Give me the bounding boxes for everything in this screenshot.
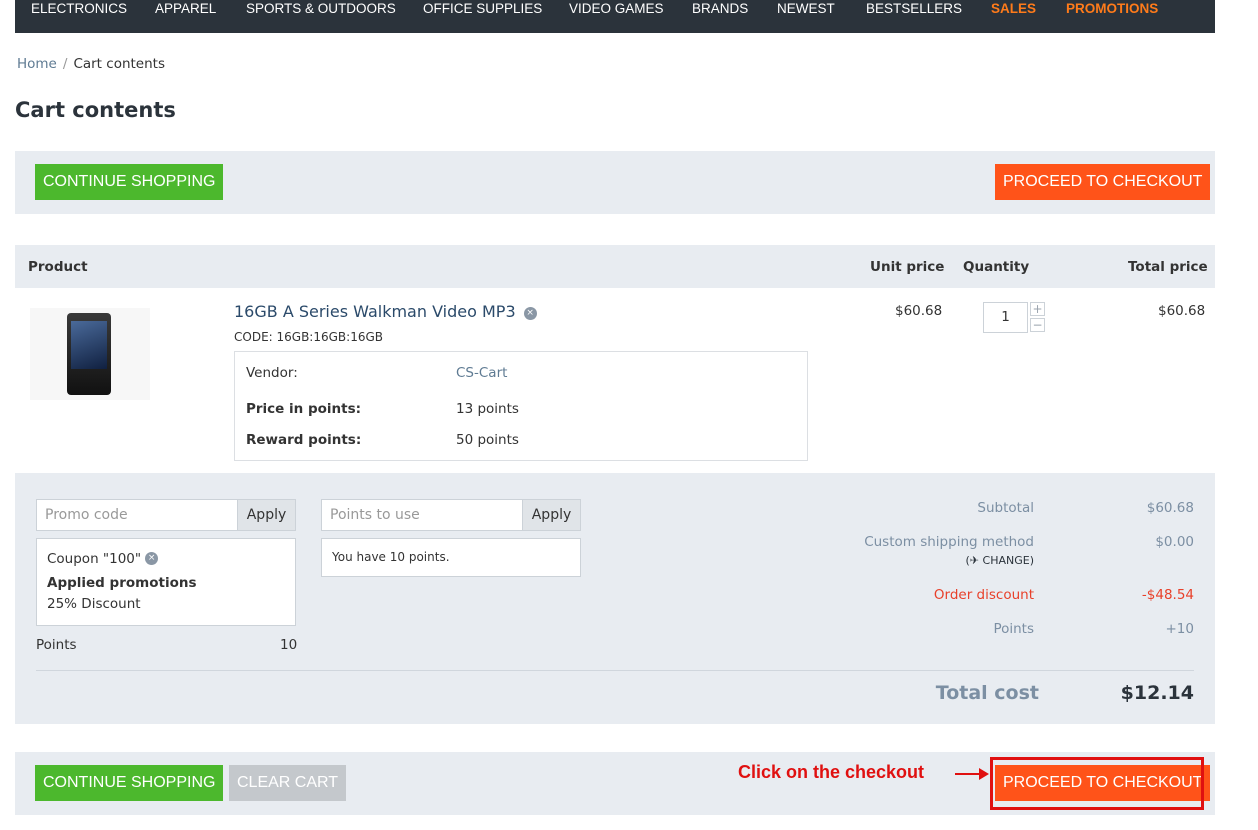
quantity-plus-button[interactable]: + <box>1030 302 1045 316</box>
breadcrumb: Home / Cart contents <box>17 56 165 72</box>
clear-cart-button[interactable]: CLEAR CART <box>229 765 347 801</box>
shipping-value: $0.00 <box>1155 534 1194 550</box>
shipping-method-label: Custom shipping method <box>864 534 1034 550</box>
continue-shopping-button-bottom[interactable]: CONTINUE SHOPPING <box>35 765 224 801</box>
vendor-link[interactable]: CS-Cart <box>456 365 507 381</box>
annotation-arrow-icon <box>979 768 989 780</box>
total-cost-value: $12.14 <box>1120 682 1194 704</box>
annotation-arrow-line <box>955 773 981 775</box>
summary-divider <box>36 670 1194 671</box>
annotation-highlight-box <box>990 757 1204 810</box>
quantity-input[interactable]: 1 <box>983 302 1028 333</box>
product-image[interactable] <box>30 308 150 400</box>
unit-price-value: $60.68 <box>895 303 943 319</box>
nav-item-bestsellers[interactable]: BESTSELLERS <box>866 1 962 16</box>
coupon-box: Coupon "100" × Applied promotions 25% Dis… <box>36 538 296 626</box>
header-total-price: Total price <box>1128 259 1208 275</box>
promo-code-input[interactable]: Promo code <box>36 499 238 531</box>
points-label: Points <box>36 637 77 653</box>
product-info-box: Vendor: CS-Cart Price in points: 13 poin… <box>234 351 808 461</box>
applied-promotions-title: Applied promotions <box>47 575 197 591</box>
top-navigation: ELECTRONICS APPAREL SPORTS & OUTDOORS OF… <box>15 0 1215 33</box>
breadcrumb-current: Cart contents <box>73 56 165 72</box>
top-action-bar: CONTINUE SHOPPING PROCEED TO CHECKOUT <box>15 151 1215 214</box>
proceed-to-checkout-button[interactable]: PROCEED TO CHECKOUT <box>995 164 1211 200</box>
nav-item-electronics[interactable]: ELECTRONICS <box>31 1 127 16</box>
nav-item-brands[interactable]: BRANDS <box>692 1 748 16</box>
points-apply-button[interactable]: Apply <box>522 499 581 531</box>
shipping-change-link[interactable]: (✈ CHANGE) <box>966 554 1034 567</box>
price-in-points-value: 13 points <box>456 401 519 417</box>
page-title: Cart contents <box>15 98 176 122</box>
product-name: 16GB A Series Walkman Video MP3 × <box>234 302 537 321</box>
reward-points-label: Reward points: <box>246 432 362 448</box>
order-discount-label: Order discount <box>933 587 1034 603</box>
nav-item-sales[interactable]: SALES <box>991 1 1036 16</box>
points-to-use-input[interactable]: Points to use <box>321 499 523 531</box>
vendor-label: Vendor: <box>246 365 298 381</box>
points-info-box: You have 10 points. <box>321 538 581 577</box>
header-unit-price: Unit price <box>870 259 945 275</box>
order-discount-value: -$48.54 <box>1141 587 1194 603</box>
summary-points-label: Points <box>993 621 1034 637</box>
continue-shopping-button[interactable]: CONTINUE SHOPPING <box>35 164 224 200</box>
nav-item-apparel[interactable]: APPAREL <box>155 1 216 16</box>
breadcrumb-separator: / <box>62 56 68 72</box>
total-price-value: $60.68 <box>1158 303 1206 319</box>
total-cost-label: Total cost <box>935 682 1039 704</box>
price-in-points-label: Price in points: <box>246 401 362 417</box>
subtotal-value: $60.68 <box>1146 500 1194 516</box>
product-code: CODE: 16GB:16GB:16GB <box>234 330 383 344</box>
coupon-code: Coupon "100" <box>47 551 142 567</box>
promo-apply-button[interactable]: Apply <box>237 499 296 531</box>
remove-item-icon[interactable]: × <box>523 307 537 320</box>
product-name-link[interactable]: 16GB A Series Walkman Video MP3 <box>234 302 516 321</box>
cart-summary-panel: Promo code Apply Coupon "100" × Applied p… <box>15 473 1215 724</box>
nav-item-office-supplies[interactable]: OFFICE SUPPLIES <box>423 1 542 16</box>
nav-item-video-games[interactable]: VIDEO GAMES <box>569 1 664 16</box>
breadcrumb-home-link[interactable]: Home <box>17 56 57 72</box>
reward-points-value: 50 points <box>456 432 519 448</box>
coupon-line: Coupon "100" × <box>47 551 159 567</box>
summary-points-value: +10 <box>1165 621 1195 637</box>
points-note: You have 10 points. <box>332 550 450 564</box>
subtotal-label: Subtotal <box>977 500 1034 516</box>
points-value: 10 <box>280 637 298 653</box>
remove-coupon-icon[interactable]: × <box>145 552 159 565</box>
mp3-player-image <box>67 313 111 395</box>
nav-item-promotions[interactable]: PROMOTIONS <box>1066 1 1158 16</box>
annotation-text: Click on the checkout <box>738 762 925 782</box>
cart-table-header: Product Unit price Quantity Total price <box>15 245 1215 288</box>
discount-label: 25% Discount <box>47 596 141 612</box>
header-product: Product <box>28 259 88 275</box>
quantity-minus-button[interactable]: − <box>1030 318 1045 332</box>
header-quantity: Quantity <box>963 259 1030 275</box>
nav-item-sports-outdoors[interactable]: SPORTS & OUTDOORS <box>246 1 396 16</box>
device-screen <box>71 321 107 369</box>
nav-item-newest[interactable]: NEWEST <box>777 1 835 16</box>
